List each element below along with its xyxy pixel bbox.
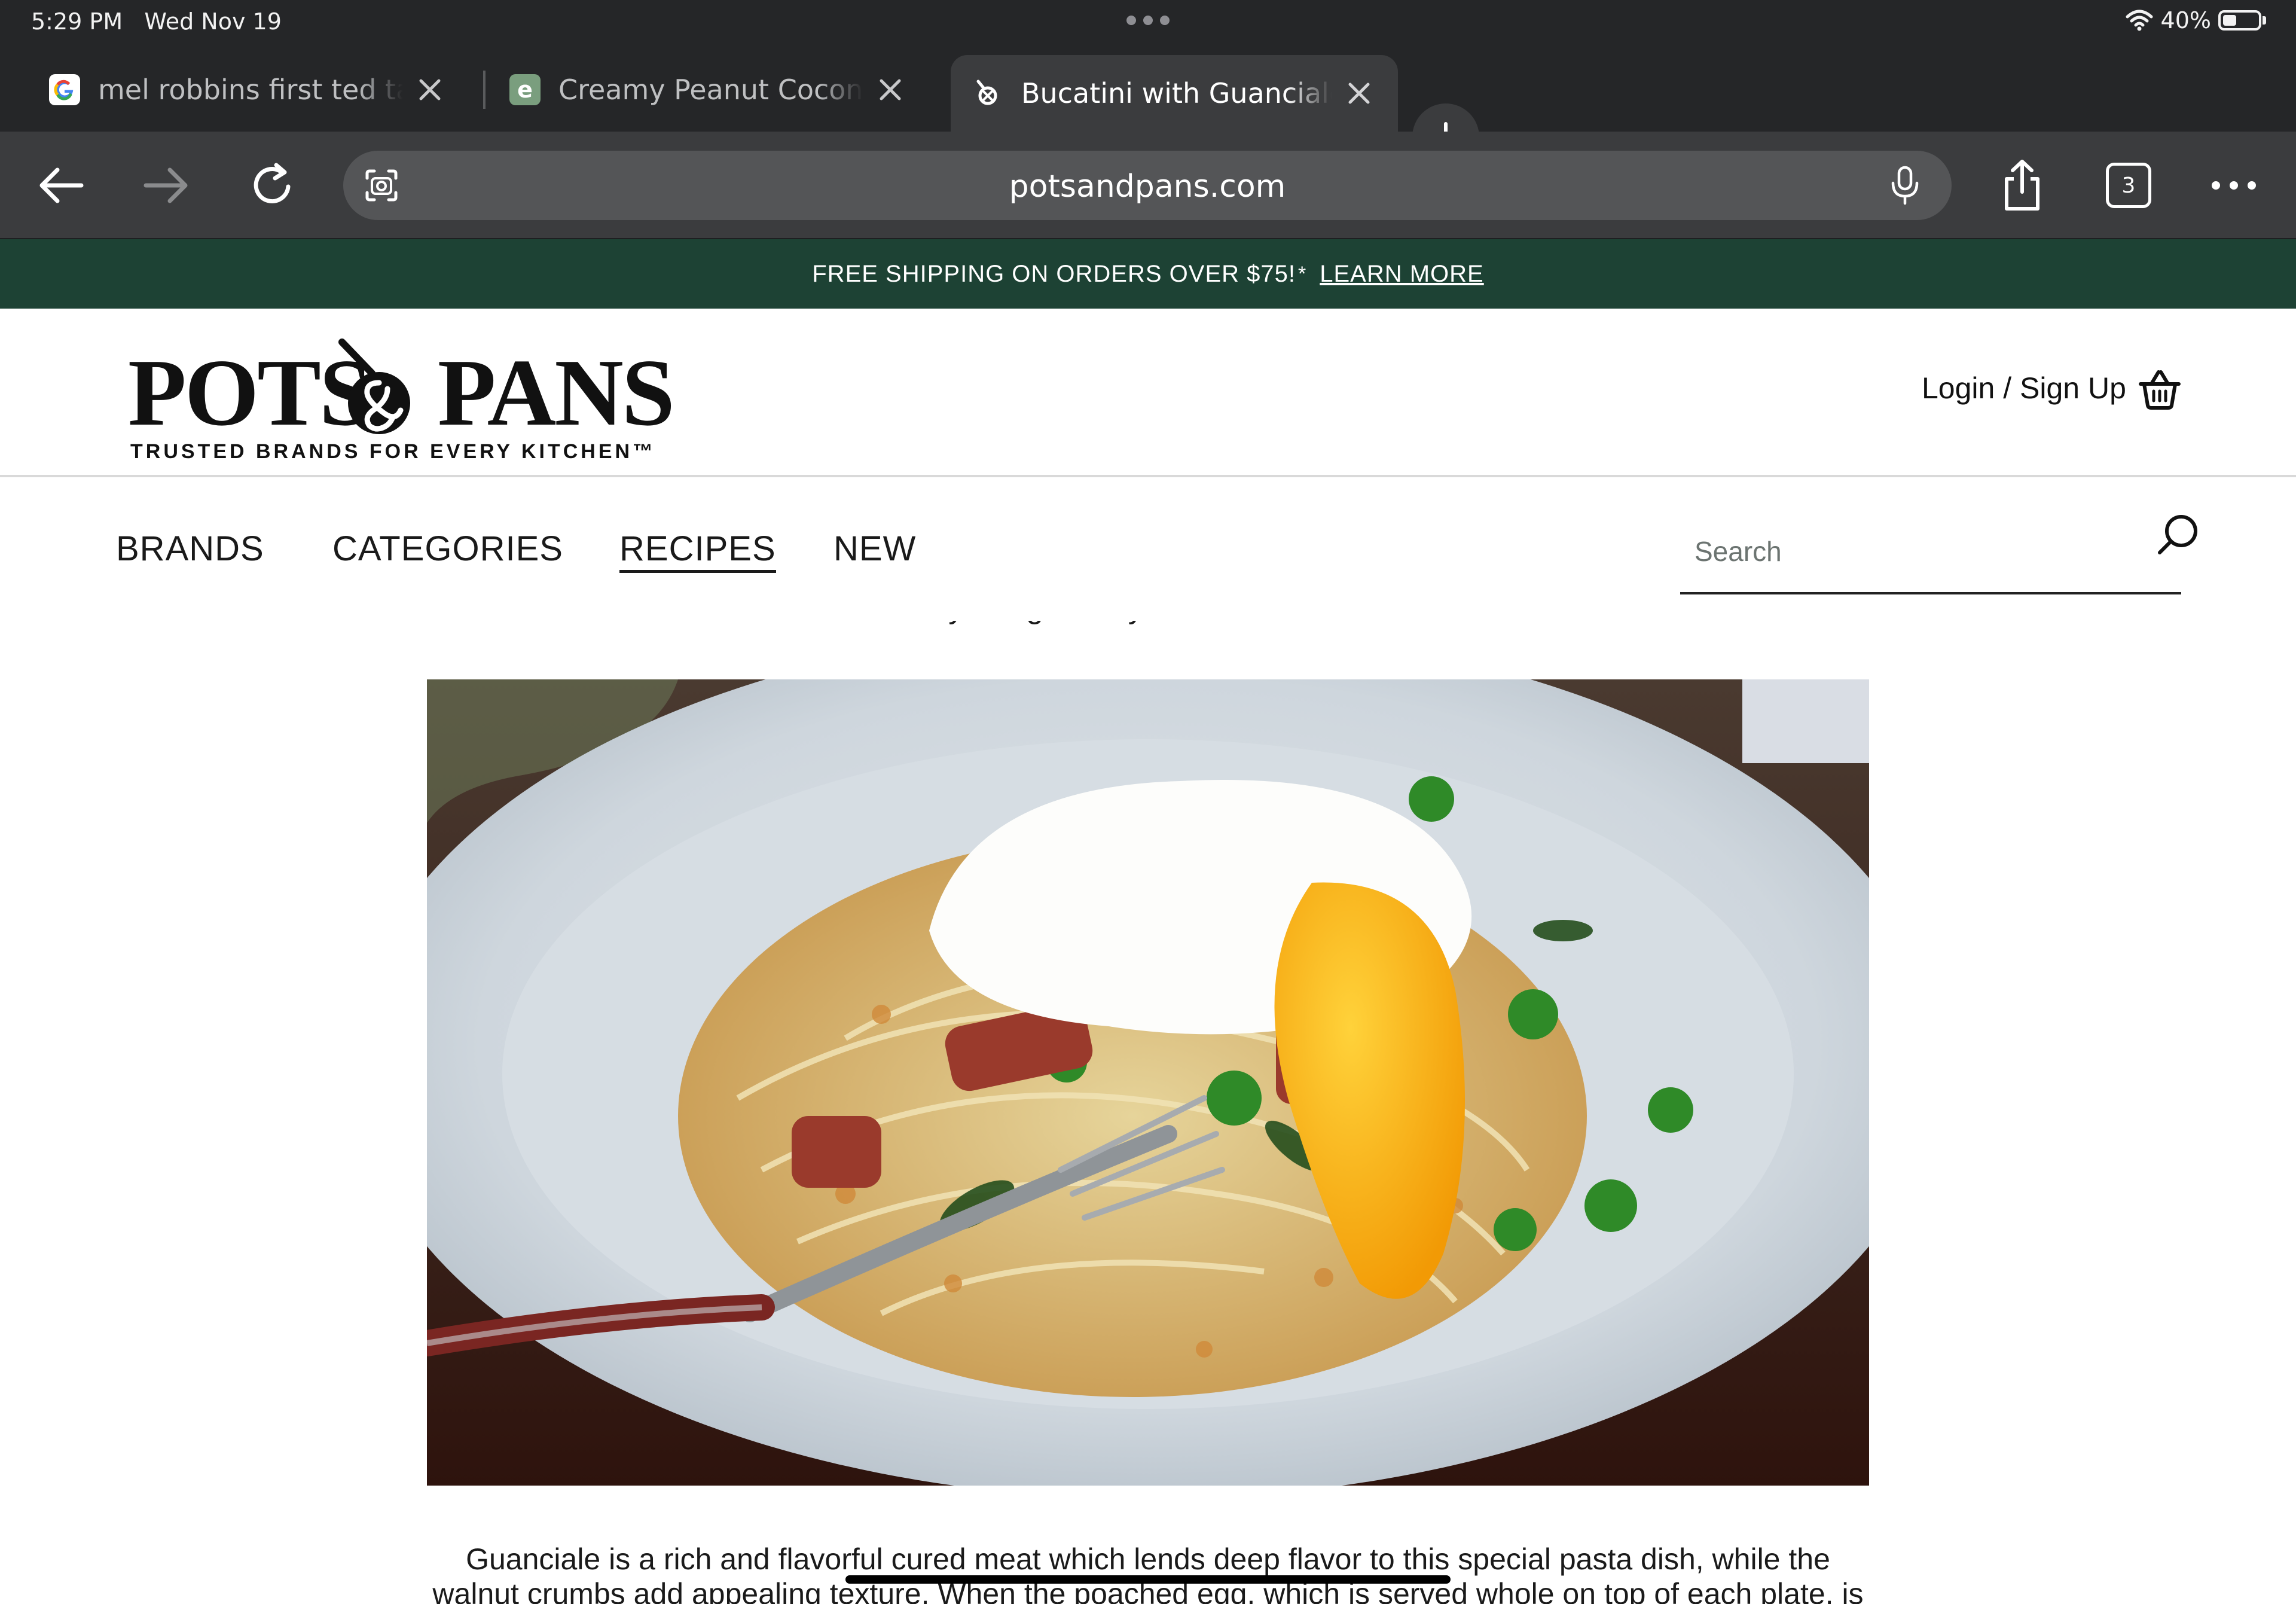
wifi-icon [2126,10,2153,31]
nav-recipes[interactable]: RECIPES [619,529,776,573]
site-header: POTS PANS TRUSTED BRANDS FOR EVERY KITCHE… [0,309,2296,477]
recipe-photo [427,679,1869,1486]
logo-pans: PANS [437,339,675,446]
promo-asterisk: * [1298,262,1307,285]
search-icon[interactable] [2152,511,2203,561]
tab-bar: mel robbins first ted talk e Creamy Pean… [0,48,2296,170]
share-icon [2005,160,2039,211]
tab-count-badge: 3 [2106,163,2151,208]
forward-button[interactable] [134,153,199,218]
back-button[interactable] [29,153,93,218]
site-search [1680,510,2197,594]
more-dots-icon [2212,181,2256,190]
multitasking-dots-icon[interactable] [1126,16,1170,28]
bucatini-egg-dish-image [427,679,1869,1486]
article-byline: By Marge Perry & David Bonom [0,621,2296,626]
ampersand-skillet-logo-icon [338,339,410,434]
logo-tagline: TRUSTED BRANDS FOR EVERY KITCHEN™ [130,440,657,463]
main-nav: BRANDS CATEGORIES RECIPES NEW [0,480,2296,621]
promo-banner: FREE SHIPPING ON ORDERS OVER $75! * LEAR… [0,239,2296,309]
url-text: potsandpans.com [1009,169,1286,205]
learn-more-link[interactable]: LEARN MORE [1320,261,1484,288]
tab-switcher-button[interactable]: 3 [2096,153,2161,218]
back-arrow-icon [39,167,84,203]
battery-percent: 40% [2160,7,2211,33]
article-content: By Marge Perry & David Bonom [0,621,2296,1604]
nav-brands[interactable]: BRANDS [116,529,264,569]
shopping-basket-icon[interactable] [2137,366,2182,411]
reload-icon [254,163,291,203]
tab-title: Bucatini with Guanciale, [1021,77,1332,109]
e-favicon-icon: e [509,74,541,105]
close-tab-icon[interactable] [1345,80,1373,107]
tab-google-search[interactable]: mel robbins first ted talk [28,55,465,124]
potsandpans-favicon-icon [972,78,1003,109]
more-menu-button[interactable] [2202,153,2266,218]
text-highlight-underline [845,1575,1451,1584]
google-favicon-icon [49,74,80,105]
nav-categories[interactable]: CATEGORIES [332,529,563,569]
close-tab-icon[interactable] [416,76,444,103]
status-time: 5:29 PM Wed Nov 19 [31,8,282,35]
nav-new[interactable]: NEW [833,529,916,569]
search-input[interactable] [1694,527,2113,575]
promo-text: FREE SHIPPING ON ORDERS OVER $75! [812,260,1296,287]
status-bar: 5:29 PM Wed Nov 19 40% [0,0,2296,48]
microphone-icon[interactable] [1887,165,1923,206]
tab-title: mel robbins first ted talk [98,74,403,106]
tab-peanut-recipe[interactable]: e Creamy Peanut Coconut [488,55,926,124]
address-bar[interactable]: potsandpans.com [343,151,1952,220]
battery-icon [2218,9,2267,32]
intro-line-1: Guanciale is a rich and flavorful cured … [466,1542,1830,1576]
tab-bucatini-active[interactable]: Bucatini with Guanciale, [951,55,1398,132]
close-tab-icon[interactable] [877,76,904,103]
tab-title: Creamy Peanut Coconut [558,74,863,106]
browser-toolbar: potsandpans.com 3 [0,132,2296,239]
forward-arrow-icon [144,167,188,203]
login-signup-link[interactable]: Login / Sign Up [1922,371,2126,405]
reload-button[interactable] [240,153,305,218]
tab-separator [483,71,486,109]
article-intro: Guanciale is a rich and flavorful cured … [430,1542,1866,1604]
share-button[interactable] [1990,153,2054,218]
site-logo[interactable]: POTS PANS TRUSTED BRANDS FOR EVERY KITCHE… [128,333,675,463]
